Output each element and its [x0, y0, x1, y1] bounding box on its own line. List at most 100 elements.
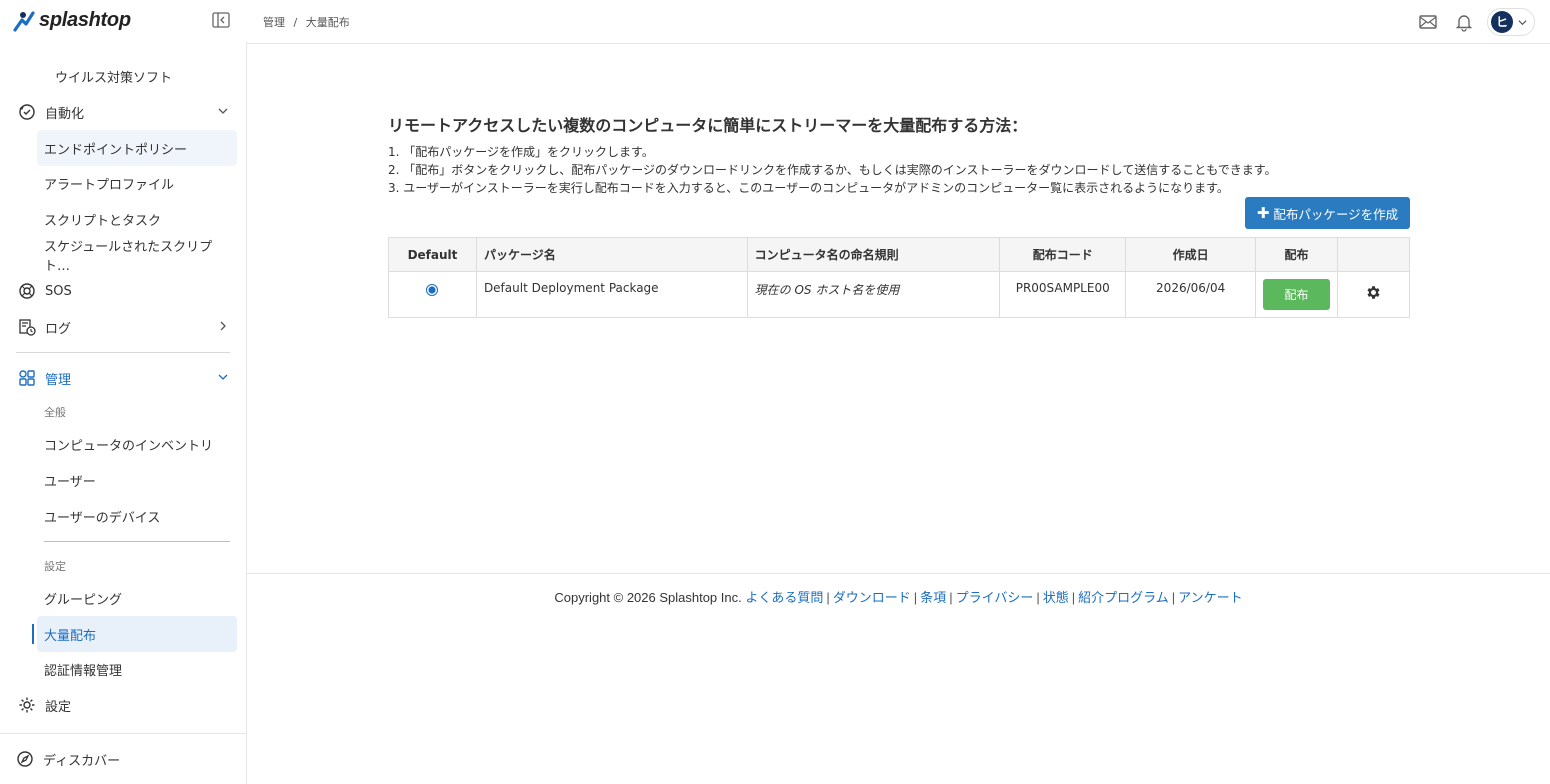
package-table: Default パッケージ名 コンピュータ名の命名規則 配布コード 作成日 配布… [388, 237, 1410, 318]
avatar: ヒ [1491, 11, 1513, 33]
chevron-right-icon [220, 321, 226, 331]
sidebar: 有効 ウイルス対策ソフト 自動化 エンドポイントポリシー アラートプロファイル … [0, 0, 247, 784]
sidebar-nav[interactable]: 有効 ウイルス対策ソフト 自動化 エンドポイントポリシー アラートプロファイル … [0, 30, 246, 730]
compass-icon [17, 751, 33, 767]
deploy-code-cell: PR00SAMPLE00 [999, 271, 1127, 318]
sidebar-item-alert-profile[interactable]: アラートプロファイル [37, 165, 237, 201]
plus-icon: ✚ [1256, 204, 1270, 222]
sidebar-item-label: ディスカバー [43, 753, 121, 769]
table-row: Default Deployment Package 現在の OS ホスト名を使… [388, 271, 1410, 318]
footer-link-terms[interactable]: 条項 [920, 590, 946, 605]
sidebar-divider [16, 352, 230, 353]
copyright-text: Copyright © 2026 Splashtop Inc. [554, 590, 742, 605]
sidebar-item-users[interactable]: ユーザー [37, 462, 237, 498]
sidebar-item-label: ログ [45, 321, 72, 337]
sidebar-item-endpoint-policy[interactable]: エンドポイントポリシー [37, 130, 237, 166]
sos-lifebuoy-icon [19, 283, 35, 299]
mail-icon[interactable] [1418, 12, 1438, 32]
instruction-steps: 1. 「配布パッケージを作成」をクリックします。 2. 「配布」ボタンをクリック… [388, 143, 1277, 197]
log-clock-icon [19, 319, 36, 336]
sidebar-item-label: ユーザー [44, 474, 96, 490]
footer-separator: | [1036, 590, 1040, 605]
app-root: 有効 ウイルス対策ソフト 自動化 エンドポイントポリシー アラートプロファイル … [0, 0, 1550, 784]
sidebar-item-user-devices[interactable]: ユーザーのデバイス [37, 498, 237, 534]
sidebar-item-label: ユーザーのデバイス [44, 510, 161, 526]
sidebar-item-label: コンピュータのインベントリ [44, 438, 214, 454]
footer-separator: | [1171, 590, 1176, 605]
sidebar-item-label: アラートプロファイル [44, 177, 175, 193]
sidebar-item-computer-inventory[interactable]: コンピュータのインベントリ [37, 426, 237, 462]
footer-separator: | [826, 590, 830, 605]
gear-icon[interactable] [1365, 284, 1382, 301]
management-grid-icon [19, 370, 35, 386]
sidebar-item-antivirus[interactable]: ウイルス対策ソフト [0, 58, 246, 94]
footer-link-privacy[interactable]: プライバシー [956, 590, 1034, 605]
instruction-step: 2. 「配布」ボタンをクリックし、配布パッケージのダウンロードリンクを作成するか… [388, 163, 1277, 177]
create-package-label: 配布パッケージを作成 [1273, 206, 1399, 222]
logo-row: splashtop [0, 0, 247, 42]
sidebar-item-label: 管理 [45, 372, 72, 388]
sidebar-item-scheduled-scripts[interactable]: スケジュールされたスクリプト… [37, 237, 237, 274]
column-header-deploy-code: 配布コード [999, 237, 1127, 272]
breadcrumb: 管理 / 大量配布 [263, 14, 350, 30]
sidebar-item-label: グルーピング [44, 592, 123, 608]
sidebar-section-settings: 設定 [44, 560, 66, 573]
deploy-button[interactable]: 配布 [1263, 279, 1331, 310]
footer-link-status[interactable]: 状態 [1043, 590, 1069, 605]
created-date-cell: 2026/06/04 [1125, 271, 1257, 318]
sidebar-item-grouping[interactable]: グルーピング [37, 580, 237, 616]
sidebar-item-settings[interactable]: 設定 [0, 687, 246, 723]
footer-link-referral[interactable]: 紹介プログラム [1078, 590, 1169, 605]
sidebar-item-label: 自動化 [45, 106, 85, 122]
splashtop-logo-icon [13, 10, 35, 32]
page-title: リモートアクセスしたい複数のコンピュータに簡単にストリーマーを大量配布する方法： [388, 116, 1028, 135]
deploy-cell: 配布 [1255, 271, 1339, 318]
sidebar-item-discover[interactable]: ディスカバー [0, 733, 246, 784]
logo-text: splashtop [39, 9, 131, 31]
column-header-deploy: 配布 [1255, 237, 1339, 272]
instruction-step: 1. 「配布パッケージを作成」をクリックします。 [388, 145, 654, 159]
sidebar-item-label: エンドポイントポリシー [44, 142, 188, 158]
sidebar-item-credentials[interactable]: 認証情報管理 [37, 651, 237, 687]
sidebar-item-scripts-tasks[interactable]: スクリプトとタスク [37, 201, 237, 237]
footer-separator: | [949, 590, 953, 605]
splashtop-logo[interactable]: splashtop [12, 9, 131, 32]
sidebar-item-management[interactable]: 管理 [0, 360, 246, 396]
default-radio[interactable] [426, 284, 439, 296]
sidebar-item-automation[interactable]: 自動化 [0, 94, 246, 130]
column-header-actions [1337, 237, 1410, 272]
sidebar-item-logs[interactable]: ログ [0, 309, 246, 345]
column-header-default: Default [388, 237, 477, 272]
chevron-down-icon [218, 374, 228, 380]
sidebar-item-label: SOS [45, 283, 72, 299]
sidebar-item-label: ウイルス対策ソフト [55, 70, 173, 86]
chevron-down-icon [1518, 20, 1527, 26]
instruction-step: 3. ユーザーがインストーラーを実行し配布コードを入力すると、このユーザーのコン… [388, 181, 1229, 195]
bell-icon[interactable] [1454, 12, 1474, 32]
footer-line: Copyright © 2026 Splashtop Inc. よくある質問 | ダ… [247, 587, 1550, 606]
sidebar-item-label: 認証情報管理 [44, 663, 123, 679]
footer-link-download[interactable]: ダウンロード [833, 590, 911, 605]
top-header: 管理 / 大量配布 ヒ [247, 0, 1550, 44]
breadcrumb-root[interactable]: 管理 [263, 16, 285, 29]
footer-separator: | [913, 590, 918, 605]
footer: Copyright © 2026 Splashtop Inc. よくある質問 | ダ… [247, 573, 1550, 784]
sidebar-divider [44, 541, 230, 542]
footer-separator: | [1071, 590, 1076, 605]
default-radio-cell [388, 271, 477, 318]
table-header-row: Default パッケージ名 コンピュータ名の命名規則 配布コード 作成日 配布 [388, 237, 1410, 272]
sidebar-section-general: 全般 [44, 406, 66, 419]
sidebar-item-label: スクリプトとタスク [44, 213, 162, 229]
sidebar-item-sos[interactable]: SOS [0, 273, 246, 309]
sidebar-item-label: 大量配布 [44, 628, 97, 644]
footer-link-survey[interactable]: アンケート [1178, 590, 1242, 605]
sidebar-item-mass-deploy[interactable]: 大量配布 [37, 616, 237, 652]
sidebar-collapse-icon[interactable] [212, 12, 230, 28]
column-header-naming-rule: コンピュータ名の命名規則 [746, 237, 1001, 272]
gear-icon [19, 697, 35, 713]
create-package-button[interactable]: ✚ 配布パッケージを作成 [1245, 197, 1410, 229]
naming-rule-cell: 現在の OS ホスト名を使用 [746, 271, 1001, 318]
user-menu[interactable]: ヒ [1487, 8, 1535, 36]
footer-link-faq[interactable]: よくある質問 [745, 590, 823, 605]
automation-icon [19, 104, 35, 120]
